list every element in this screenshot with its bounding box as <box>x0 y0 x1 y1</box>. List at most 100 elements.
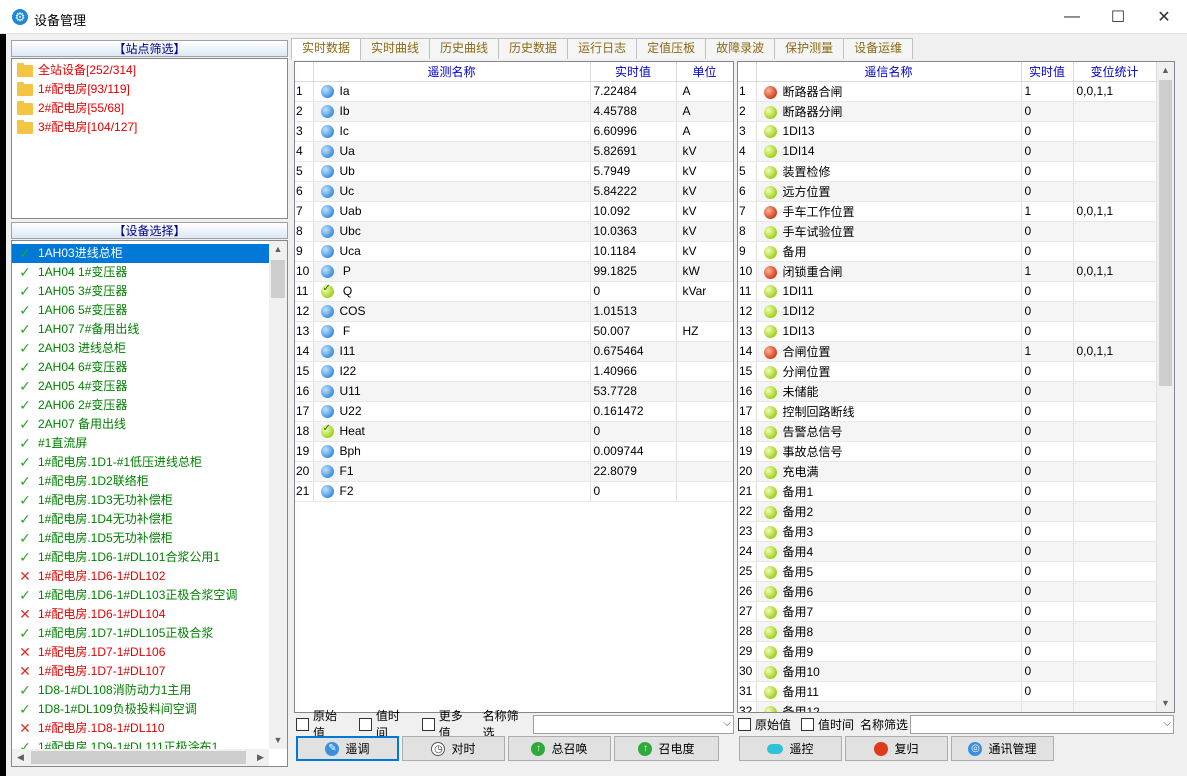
telesignal-row[interactable]: 29 备用9 0 <box>738 641 1157 662</box>
telesignal-row[interactable]: 7 手车工作位置 1 0,0,1,1 <box>738 201 1157 222</box>
telesignal-row[interactable]: 17 控制回路断线 0 <box>738 401 1157 422</box>
chevron-down-icon[interactable]: ⌵ <box>723 718 731 729</box>
scroll-thumb[interactable] <box>1159 80 1172 386</box>
device-list-item[interactable]: ✓ 2AH06 2#变压器 <box>12 396 270 415</box>
tab-item[interactable]: 设备运维 <box>843 38 914 59</box>
raw-value-checkbox[interactable] <box>296 717 309 731</box>
device-list-item[interactable]: ✓ 2AH05 4#变压器 <box>12 377 270 396</box>
telemetry-row[interactable]: 10 P 99.1825 kW <box>295 261 733 282</box>
device-list-item[interactable]: ✓ 1D8-1#DL109负极投料间空调 <box>12 700 270 719</box>
device-list-item[interactable]: ✓ 1#配电房.1D5无功补偿柜 <box>12 529 270 548</box>
scroll-up-icon[interactable]: ▲ <box>269 241 287 258</box>
name-filter-combo[interactable]: ⌵ <box>532 714 735 734</box>
telemetry-row[interactable]: 3 Ic 6.60996 A <box>295 121 733 142</box>
telesignal-row[interactable]: 10 闭锁重合闸 1 0,0,1,1 <box>738 261 1157 282</box>
telemetry-row[interactable]: 8 Ubc 10.0363 kV <box>295 221 733 242</box>
chevron-down-icon[interactable]: ⌵ <box>1163 718 1171 729</box>
scroll-right-icon[interactable]: ▶ <box>252 749 269 766</box>
energy-call-button[interactable]: ↑ 召电度 <box>614 736 719 761</box>
telesignal-row[interactable]: 8 手车试验位置 0 <box>738 221 1157 242</box>
telesignal-row[interactable]: 19 事故总信号 0 <box>738 441 1157 462</box>
device-list-item[interactable]: ✓ 1#配电房.1D2联络柜 <box>12 472 270 491</box>
telesignal-row[interactable]: 16 未储能 0 <box>738 381 1157 402</box>
telemetry-row[interactable]: 4 Ua 5.82691 kV <box>295 141 733 162</box>
scroll-down-icon[interactable]: ▼ <box>269 732 287 749</box>
col-telesignal-value[interactable]: 实时值 <box>1021 62 1074 82</box>
scroll-up-icon[interactable]: ▲ <box>1157 62 1174 79</box>
more-values-checkbox[interactable] <box>421 717 435 731</box>
telesignal-row[interactable]: 15 分闸位置 0 <box>738 361 1157 382</box>
device-list-item[interactable]: ✕ 1#配电房.1D7-1#DL107 <box>12 662 270 681</box>
telemetry-row[interactable]: 6 Uc 5.84222 kV <box>295 181 733 202</box>
telesignal-row[interactable]: 27 备用7 0 <box>738 601 1157 622</box>
close-button[interactable]: ✕ <box>1141 0 1187 34</box>
device-list-item[interactable]: ✓ 1#配电房.1D6-1#DL103正极合浆空调 <box>12 586 270 605</box>
telesignal-row[interactable]: 22 备用2 0 <box>738 501 1157 522</box>
telemetry-row[interactable]: 12 COS 1.01513 <box>295 301 733 322</box>
telemetry-row[interactable]: 14 I11 0.675464 <box>295 341 733 362</box>
minimize-button[interactable]: — <box>1049 0 1095 34</box>
device-list-vscroll[interactable]: ▲ ▼ <box>269 241 287 749</box>
device-list-item[interactable]: ✕ 1#配电房.1D6-1#DL102 <box>12 567 270 586</box>
site-item[interactable]: 2#配电房[55/68] <box>12 99 287 118</box>
device-list-item[interactable]: ✓ 1#配电房.1D7-1#DL105正极合浆 <box>12 624 270 643</box>
telesignal-row[interactable]: 20 充电满 0 <box>738 461 1157 482</box>
telemetry-row[interactable]: 9 Uca 10.1184 kV <box>295 241 733 262</box>
value-time-checkbox[interactable] <box>358 717 372 731</box>
device-list-item[interactable]: ✓ 2AH07 备用出线 <box>12 415 270 434</box>
tab-item[interactable]: 历史数据 <box>498 38 569 59</box>
telesignal-row[interactable]: 31 备用11 0 <box>738 681 1157 702</box>
telesignal-row[interactable]: 2 断路器分闸 0 <box>738 101 1157 122</box>
telesignal-row[interactable]: 30 备用10 0 <box>738 661 1157 682</box>
telemetry-row[interactable]: 2 Ib 4.45788 A <box>295 101 733 122</box>
device-list-item[interactable]: ✓ 2AH03 进线总柜 <box>12 339 270 358</box>
remote-control-button[interactable]: 遥控 <box>739 736 842 761</box>
telemetry-row[interactable]: 7 Uab 10.092 kV <box>295 201 733 222</box>
telesignal-row[interactable]: 11 1DI11 0 <box>738 281 1157 302</box>
device-list-item[interactable]: ✓ 1AH04 1#变压器 <box>12 263 270 282</box>
device-list-hscroll[interactable]: ◀ ▶ <box>12 749 269 766</box>
device-list-item[interactable]: ✕ 1#配电房.1D8-1#DL110 <box>12 719 270 738</box>
col-telesignal-stats[interactable]: 变位统计 <box>1073 62 1157 82</box>
col-telesignal-name[interactable]: 遥信名称 <box>756 62 1022 82</box>
scroll-down-icon[interactable]: ▼ <box>1157 695 1174 712</box>
device-list-item[interactable]: ✓ 1AH05 3#变压器 <box>12 282 270 301</box>
telemetry-row[interactable]: 16 U11 53.7728 <box>295 381 733 402</box>
scroll-left-icon[interactable]: ◀ <box>12 749 29 766</box>
telesignal-row[interactable]: 6 远方位置 0 <box>738 181 1157 202</box>
device-list-item[interactable]: ✕ 1#配电房.1D6-1#DL104 <box>12 605 270 624</box>
telemetry-row[interactable]: 1 Ia 7.22484 A <box>295 81 733 102</box>
telemetry-row[interactable]: 18 Heat 0 <box>295 421 733 442</box>
device-list-item[interactable]: ✓ 1#配电房.1D1-#1低压进线总柜 <box>12 453 270 472</box>
telemetry-row[interactable]: 5 Ub 5.7949 kV <box>295 161 733 182</box>
telesignal-row[interactable]: 21 备用1 0 <box>738 481 1157 502</box>
tab-item[interactable]: 运行日志 <box>567 38 638 59</box>
device-list-item[interactable]: ✓ 1#配电房.1D6-1#DL101合浆公用1 <box>12 548 270 567</box>
device-list-item[interactable]: ✓ 1D8-1#DL108消防动力1主用 <box>12 681 270 700</box>
telemetry-row[interactable]: 19 Bph 0.009744 <box>295 441 733 462</box>
scroll-thumb-h[interactable] <box>31 751 246 764</box>
telemetry-row[interactable]: 13 F 50.007 HZ <box>295 321 733 342</box>
telemetry-row[interactable]: 11 Q 0kVar <box>295 281 733 302</box>
time-sync-button[interactable]: ◷ 对时 <box>402 736 505 761</box>
col-telemetry-value[interactable]: 实时值 <box>590 62 677 82</box>
remote-adjust-button[interactable]: ✎ 遥调 <box>296 736 399 761</box>
device-list-item[interactable]: ✓ 1AH06 5#变压器 <box>12 301 270 320</box>
general-call-button[interactable]: ↑ 总召唤 <box>508 736 611 761</box>
device-list-item[interactable]: ✓ 1AH07 7#备用出线 <box>12 320 270 339</box>
tab-item[interactable]: 定值压板 <box>636 38 707 59</box>
telesignal-row[interactable]: 18 告警总信号 0 <box>738 421 1157 442</box>
device-list-item[interactable]: ✓ #1直流屏 <box>12 434 270 453</box>
telesignal-row[interactable]: 12 1DI12 0 <box>738 301 1157 322</box>
tab-item[interactable]: 故障录波 <box>705 38 776 59</box>
device-list-item[interactable]: ✓ 2AH04 6#变压器 <box>12 358 270 377</box>
telemetry-row[interactable]: 21 F2 0 <box>295 481 733 502</box>
reset-button[interactable]: 复归 <box>845 736 948 761</box>
telemetry-row[interactable]: 15 I22 1.40966 <box>295 361 733 382</box>
site-item[interactable]: 3#配电房[104/127] <box>12 118 287 137</box>
telesignal-row[interactable]: 32 备用12 <box>738 701 1157 712</box>
device-list-item[interactable]: ✓ 1AH03进线总柜 <box>12 244 270 263</box>
telesignal-row[interactable]: 1 断路器合闸 1 0,0,1,1 <box>738 81 1157 102</box>
col-telemetry-unit[interactable]: 单位 <box>676 62 733 82</box>
telesignal-vscroll[interactable]: ▲ ▼ <box>1157 62 1174 712</box>
